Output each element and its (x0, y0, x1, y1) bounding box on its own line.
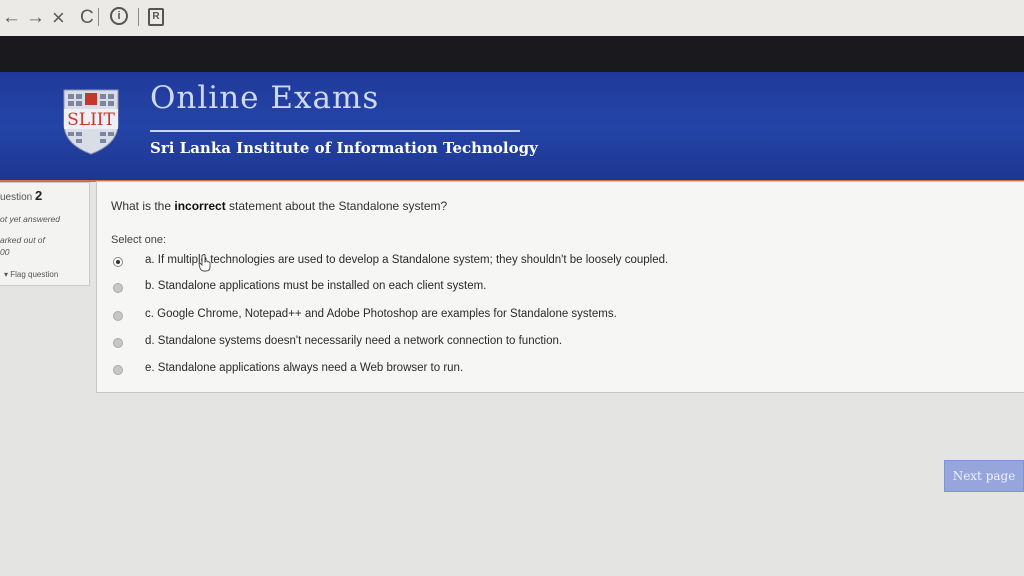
reader-icon[interactable]: R (148, 8, 164, 26)
tab-strip (0, 36, 1024, 72)
browser-toolbar: ← → × C i R (0, 0, 1024, 36)
toolbar-divider (138, 8, 139, 26)
radio-button[interactable] (113, 338, 123, 348)
question-state: ot yet answered (0, 214, 61, 224)
radio-button[interactable] (113, 365, 123, 375)
radio-button[interactable] (113, 257, 123, 267)
hand-cursor-icon (198, 254, 211, 272)
question-text: What is the incorrect statement about th… (111, 199, 448, 213)
marked-out-of-label: arked out of (0, 235, 45, 245)
answer-label: c. Google Chrome, Notepad++ and Adobe Ph… (145, 308, 617, 320)
answer-label: a. If multiple technologies are used to … (145, 254, 669, 266)
logo-text: SLIIT (67, 110, 115, 130)
forward-icon[interactable]: → (26, 6, 45, 30)
radio-button[interactable] (113, 311, 123, 321)
sliit-logo-icon: SLIIT (63, 89, 119, 155)
question-number: uestion 2 (0, 188, 43, 203)
page-title: Online Exams (150, 80, 380, 116)
answer-label: e. Standalone applications always need a… (145, 362, 464, 374)
title-underline (150, 130, 520, 132)
question-content: What is the incorrect statement about th… (96, 181, 1024, 393)
answer-label: b. Standalone applications must be insta… (145, 280, 487, 292)
reload-icon[interactable]: C (80, 6, 94, 30)
question-info-panel: uestion 2 ot yet answered arked out of 0… (0, 182, 90, 286)
flag-question-link[interactable]: ▾ Flag question (4, 270, 58, 279)
info-icon[interactable]: i (110, 7, 128, 25)
flag-icon: ▾ (4, 270, 9, 279)
select-one-label: Select one: (111, 234, 167, 246)
back-icon[interactable]: ← (2, 6, 21, 30)
radio-button[interactable] (113, 283, 123, 293)
answer-label: d. Standalone systems doesn't necessaril… (145, 335, 563, 347)
next-page-button[interactable]: Next page (944, 460, 1024, 492)
toolbar-divider (98, 8, 99, 26)
institute-name: Sri Lanka Institute of Information Techn… (150, 139, 538, 157)
max-marks: 00 (0, 247, 10, 257)
close-icon[interactable]: × (52, 6, 65, 30)
site-header: SLIIT Online Exams Sri Lanka Institute o… (0, 72, 1024, 180)
